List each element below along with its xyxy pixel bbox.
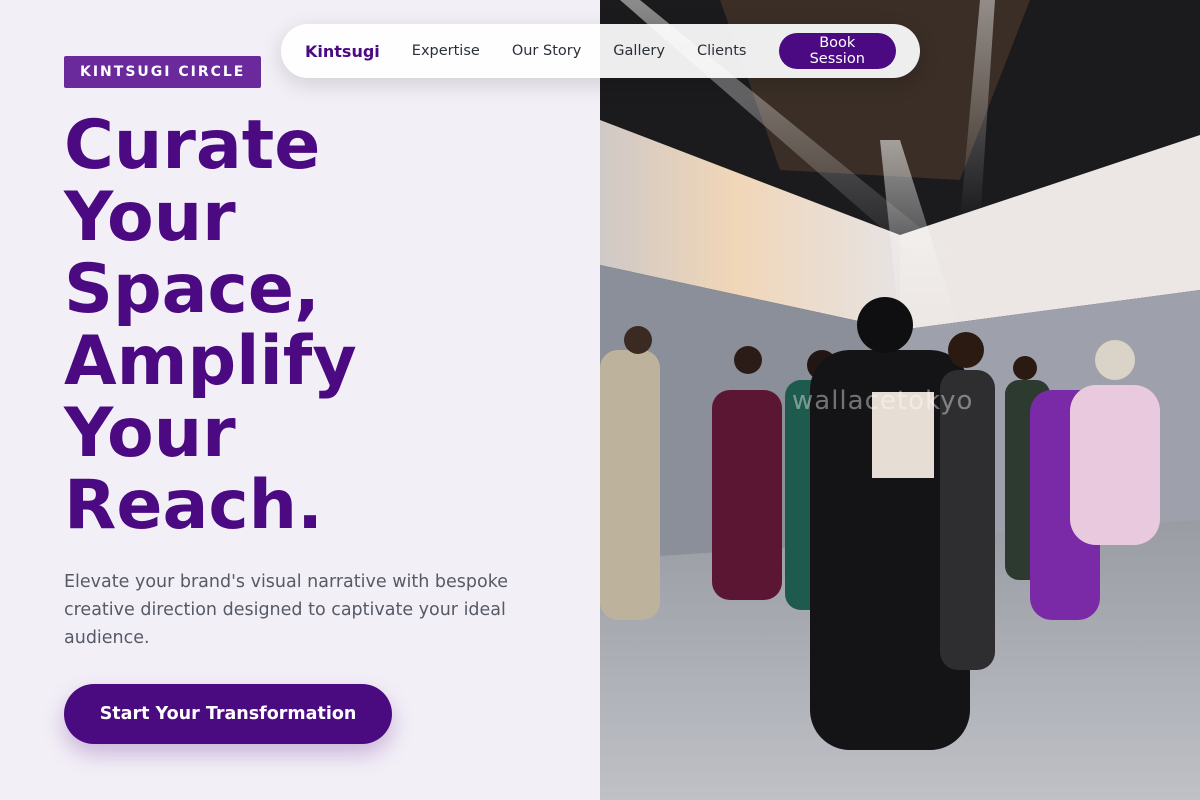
headline-line: Curate [64, 106, 321, 185]
headline-line: Your [64, 178, 236, 257]
hero-photo: wallacetokyo [600, 0, 1200, 800]
nav-link-expertise[interactable]: Expertise [412, 43, 480, 59]
headline-line: Your [64, 394, 236, 473]
start-transformation-button[interactable]: Start Your Transformation [64, 684, 392, 744]
nav-link-clients[interactable]: Clients [697, 43, 747, 59]
nav-brand-logo[interactable]: Kintsugi [305, 42, 380, 61]
top-navigation: Kintsugi Expertise Our Story Gallery Cli… [281, 24, 920, 78]
headline-line: Reach. [64, 466, 323, 545]
hero-left-panel: KINTSUGI CIRCLE Curate Your Space, Ampli… [0, 0, 600, 800]
headline-line: Amplify [64, 322, 357, 401]
headline-line: Space, [64, 250, 320, 329]
brand-badge: KINTSUGI CIRCLE [64, 56, 262, 88]
nav-link-our-story[interactable]: Our Story [512, 43, 581, 59]
hero-subtext: Elevate your brand's visual narrative wi… [64, 572, 508, 648]
hero-headline: Curate Your Space, Amplify Your Reach. [64, 110, 504, 542]
photo-watermark: wallacetokyo [792, 386, 974, 416]
book-session-button[interactable]: Book Session [778, 33, 896, 69]
nav-link-gallery[interactable]: Gallery [613, 43, 665, 59]
